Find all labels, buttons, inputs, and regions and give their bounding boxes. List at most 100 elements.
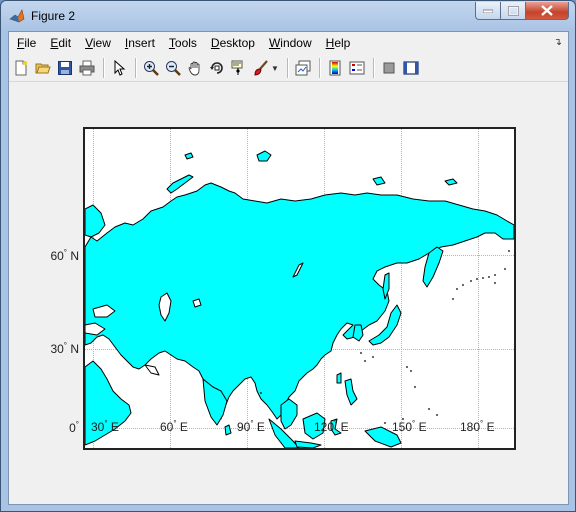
latitude-label: 0°	[69, 420, 79, 435]
menu-desktop[interactable]: Desktop	[203, 36, 261, 50]
menu-file[interactable]: File	[9, 36, 42, 50]
longitude-label: 60° E	[160, 419, 188, 434]
menu-accelerator-key: V	[85, 36, 93, 50]
maximize-button[interactable]	[501, 2, 526, 20]
figure-canvas[interactable]: 60° N 30° N 0° 30° E 60° E 90° E 120° E 150° E…	[9, 83, 568, 504]
latitude-label: 30° N	[50, 341, 79, 356]
menu-label-rest: esktop	[219, 36, 255, 50]
hide-plot-tools-icon	[383, 62, 395, 74]
close-icon	[541, 5, 553, 16]
rotate-3d-button[interactable]	[207, 58, 227, 78]
franz-josef-land	[184, 152, 194, 160]
longitude-value: 30	[91, 420, 105, 434]
pan-button[interactable]	[185, 58, 205, 78]
malay-peninsula	[280, 398, 298, 430]
menu-label-rest: indow	[280, 36, 312, 50]
minimize-button[interactable]	[475, 2, 501, 20]
latitude-label: 60° N	[50, 248, 79, 263]
severnaya-zemlya	[256, 150, 272, 162]
latitude-value: 30	[50, 342, 64, 356]
link-plot-icon	[295, 60, 311, 76]
show-plot-tools-icon	[403, 61, 419, 75]
aral-sea	[192, 298, 202, 308]
menu-view[interactable]: View	[77, 36, 117, 50]
hemisphere-letter: E	[415, 420, 427, 434]
menu-label-rest: nsert	[128, 36, 155, 50]
hide-plot-tools-button[interactable]	[379, 58, 399, 78]
zoom-in-button[interactable]	[141, 58, 161, 78]
longitude-label: 30° E	[91, 419, 119, 434]
menu-label-rest: iew	[92, 36, 111, 50]
brush-button[interactable]	[251, 58, 271, 78]
persian-gulf	[144, 364, 160, 376]
zoom-out-icon	[166, 61, 181, 76]
korea	[352, 324, 364, 342]
open-file-icon	[35, 63, 51, 74]
longitude-value: 180	[460, 420, 481, 434]
longitude-label: 90° E	[237, 419, 265, 434]
longitude-value: 90	[237, 420, 251, 434]
menu-edit[interactable]: Edit	[42, 36, 77, 50]
longitude-label: 150° E	[392, 419, 427, 434]
toolbar-separator	[372, 58, 375, 78]
insert-legend-button[interactable]	[347, 58, 367, 78]
zoom-in-icon	[144, 61, 159, 76]
map-axes[interactable]	[83, 127, 516, 450]
open-file-button[interactable]	[33, 58, 53, 78]
toolbar-separator	[103, 58, 105, 78]
figure-toolbar: ▼	[9, 55, 568, 82]
rotate-3d-icon	[210, 62, 223, 74]
sri-lanka	[224, 424, 232, 436]
edit-plot-button[interactable]	[109, 58, 129, 78]
toolbar-separator	[135, 58, 137, 78]
hemisphere-letter: E	[107, 420, 119, 434]
data-cursor-icon	[231, 60, 243, 75]
hemisphere-letter: E	[483, 420, 495, 434]
matlab-icon	[9, 9, 25, 23]
pan-hand-icon	[188, 61, 200, 76]
maximize-icon	[507, 5, 519, 16]
show-plot-tools-button[interactable]	[401, 58, 421, 78]
philippines	[344, 378, 358, 406]
save-button[interactable]	[55, 58, 75, 78]
toolbar-separator	[286, 58, 289, 78]
brush-dropdown-icon[interactable]: ▼	[271, 64, 279, 73]
menu-label-rest: ile	[24, 36, 37, 50]
figure-client-area: File Edit View Insert Tools Desktop Window Help…	[8, 31, 569, 505]
close-button[interactable]	[526, 2, 569, 20]
link-plot-button[interactable]	[293, 58, 313, 78]
figure-window: Figure 2 File Edit View Insert Tools Desktop W…	[0, 0, 576, 512]
legend-icon	[349, 61, 365, 75]
longitude-value: 120	[314, 420, 335, 434]
menu-bar: File Edit View Insert Tools Desktop Window Help	[9, 32, 568, 54]
menu-label-rest: ools	[174, 36, 197, 50]
minimize-icon	[483, 9, 493, 13]
hemisphere-letter: E	[176, 420, 188, 434]
data-cursor-button[interactable]	[229, 58, 249, 78]
print-button[interactable]	[77, 58, 97, 78]
longitude-value: 60	[160, 420, 174, 434]
menu-insert[interactable]: Insert	[117, 36, 161, 50]
brush-icon	[254, 60, 268, 76]
new-figure-button[interactable]	[11, 58, 31, 78]
window-title: Figure 2	[31, 9, 76, 23]
latitude-value: 60	[50, 249, 64, 263]
menubar-dock-arrow-icon[interactable]: ↴	[554, 37, 562, 48]
scandinavia	[85, 204, 106, 238]
zoom-out-button[interactable]	[163, 58, 183, 78]
wrangel-island	[444, 178, 458, 186]
title-bar[interactable]: Figure 2	[1, 1, 575, 31]
colorbar-icon	[329, 60, 341, 76]
hemisphere-letter: E	[253, 420, 265, 434]
hemisphere-letter: E	[337, 420, 349, 434]
menu-window[interactable]: Window	[261, 36, 318, 50]
menu-help[interactable]: Help	[318, 36, 357, 50]
menu-tools[interactable]: Tools	[161, 36, 203, 50]
toolbar-separator	[318, 58, 321, 78]
print-icon	[79, 60, 95, 76]
new-siberian-islands	[372, 176, 386, 186]
insert-colorbar-button[interactable]	[325, 58, 345, 78]
hemisphere-letter: N	[67, 342, 79, 356]
menu-accelerator-key: D	[210, 36, 220, 50]
degree-symbol: °	[75, 420, 79, 429]
